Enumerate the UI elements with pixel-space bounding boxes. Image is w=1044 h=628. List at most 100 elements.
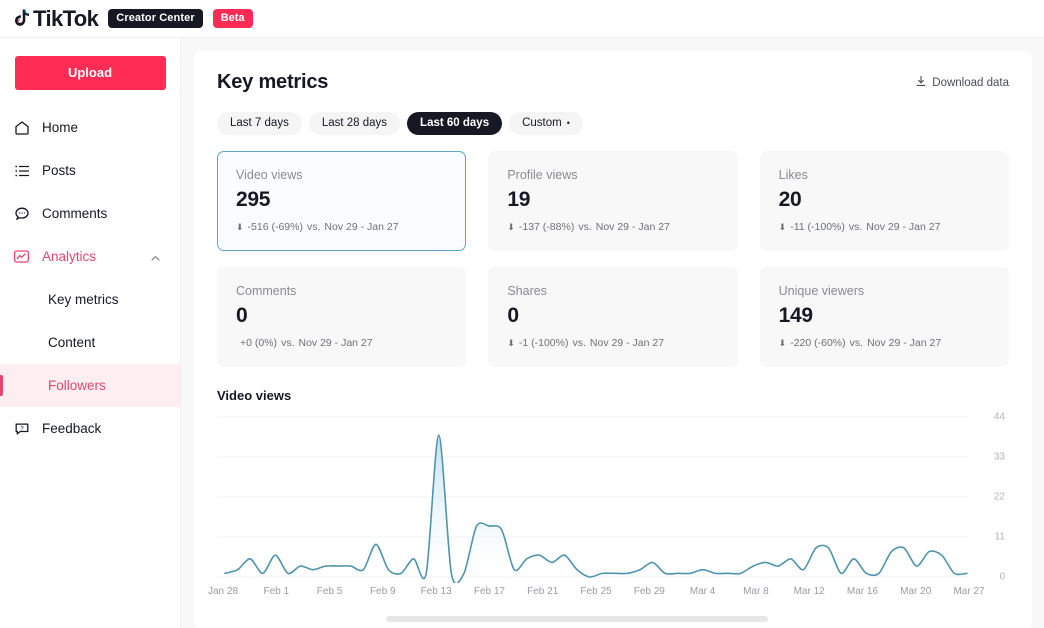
tiktok-logo[interactable]: TikTok xyxy=(12,5,99,31)
card-header: Key metrics Download data xyxy=(217,71,1009,94)
metric-delta: ⬇ -11 (-100%) vs. Nov 29 - Jan 27 xyxy=(779,221,990,233)
chart-x-tick: Feb 29 xyxy=(633,586,665,597)
metric-card-unique-viewers[interactable]: Unique viewers 149 ⬇ -220 (-60%) vs. Nov… xyxy=(759,267,1009,367)
sidebar-item-posts[interactable]: Posts xyxy=(0,149,180,192)
metric-card-video-views[interactable]: Video views 295 ⬇ -516 (-69%) vs. Nov 29… xyxy=(217,151,467,251)
metric-vs-label: vs. xyxy=(578,221,592,233)
arrow-down-icon: ⬇ xyxy=(778,337,787,348)
metric-label: Comments xyxy=(236,284,297,298)
metric-label: Shares xyxy=(507,284,547,298)
feedback-question-icon: ? xyxy=(13,420,30,437)
metric-vs-label: vs. xyxy=(848,221,863,233)
creator-center-badge[interactable]: Creator Center xyxy=(108,9,203,28)
sidebar-item-analytics[interactable]: Analytics xyxy=(0,235,180,278)
metric-vs-label: vs. xyxy=(307,221,321,233)
horizontal-scrollbar[interactable] xyxy=(207,616,1020,624)
metric-period: Nov 29 - Jan 27 xyxy=(589,337,665,349)
tab-last-7-days[interactable]: Last 7 days xyxy=(217,112,302,135)
chart-x-tick: Feb 25 xyxy=(580,586,612,597)
metric-value: 0 xyxy=(507,304,519,327)
sidebar-item-feedback[interactable]: ? Feedback xyxy=(0,407,180,450)
metrics-grid: Video views 295 ⬇ -516 (-69%) vs. Nov 29… xyxy=(217,151,1009,367)
download-data-button[interactable]: Download data xyxy=(915,71,1009,90)
metric-label: Unique viewers xyxy=(778,284,865,298)
sidebar-item-home[interactable]: Home xyxy=(0,106,180,149)
sidebar-subitem-label: Content xyxy=(48,335,96,350)
chart-x-tick: Feb 21 xyxy=(527,586,559,597)
metric-delta-value: +0 (0%) xyxy=(240,337,278,349)
chart-x-tick: Mar 12 xyxy=(793,586,825,597)
sidebar-subitem-label: Followers xyxy=(48,378,106,393)
metric-card-comments[interactable]: Comments 0 +0 (0%) vs. Nov 29 - Jan 27 xyxy=(217,267,467,367)
metric-vs-label: vs. xyxy=(281,337,295,349)
tab-last-60-days[interactable]: Last 60 days xyxy=(407,112,503,135)
scrollbar-thumb[interactable] xyxy=(385,616,768,622)
metric-period: Nov 29 - Jan 27 xyxy=(324,221,399,233)
main-content: Key metrics Download data Last 7 days La… xyxy=(181,38,1044,628)
metric-vs-label: vs. xyxy=(572,337,586,349)
upload-button[interactable]: Upload xyxy=(14,56,166,90)
chart-x-tick: Mar 20 xyxy=(900,586,932,597)
chart-x-tick: Feb 1 xyxy=(263,586,290,597)
metric-value: 149 xyxy=(778,304,813,327)
list-icon xyxy=(13,162,30,179)
metric-period: Nov 29 - Jan 27 xyxy=(866,221,941,233)
chart-x-tick: Mar 4 xyxy=(689,586,716,597)
svg-text:?: ? xyxy=(20,425,24,432)
sidebar-item-label: Comments xyxy=(42,206,108,221)
metric-card-likes[interactable]: Likes 20 ⬇ -11 (-100%) vs. Nov 29 - Jan … xyxy=(759,151,1009,251)
metric-label: Video views xyxy=(236,168,303,182)
home-icon xyxy=(13,119,30,136)
beta-badge: Beta xyxy=(212,9,253,28)
chart-x-tick: Feb 5 xyxy=(316,586,343,597)
metric-period: Nov 29 - Jan 27 xyxy=(298,337,373,349)
chart-canvas[interactable] xyxy=(217,411,1009,583)
sidebar-item-label: Home xyxy=(42,120,79,135)
sidebar-item-key-metrics[interactable]: Key metrics xyxy=(0,278,180,321)
chart-x-tick: Feb 9 xyxy=(370,586,396,597)
tab-last-28-days[interactable]: Last 28 days xyxy=(308,112,401,135)
arrow-down-icon: ⬇ xyxy=(778,221,787,232)
chart-y-tick: 33 xyxy=(993,451,1005,463)
metric-value: 20 xyxy=(778,188,802,211)
sidebar-item-label: Feedback xyxy=(42,421,102,436)
metric-delta-value: -1 (-100%) xyxy=(518,337,569,349)
metric-value: 295 xyxy=(236,188,271,211)
metric-value: 19 xyxy=(507,188,531,211)
metric-vs-label: vs. xyxy=(849,337,864,349)
brand-name: TikTok xyxy=(33,5,99,31)
metric-card-shares[interactable]: Shares 0 ⬇ -1 (-100%) vs. Nov 29 - Jan 2… xyxy=(488,267,738,367)
sidebar-item-label: Analytics xyxy=(42,249,97,264)
metric-delta: ⬇ -1 (-100%) vs. Nov 29 - Jan 27 xyxy=(507,337,718,349)
metric-delta: +0 (0%) vs. Nov 29 - Jan 27 xyxy=(236,337,447,349)
chart-y-tick: 0 xyxy=(999,571,1005,583)
tab-custom-label: Custom xyxy=(522,117,562,129)
chart-y-axis: 0 11 22 33 44 xyxy=(975,411,1009,583)
key-metrics-card: Key metrics Download data Last 7 days La… xyxy=(194,51,1032,628)
chart-x-tick: Mar 16 xyxy=(846,586,878,597)
download-icon xyxy=(915,75,927,90)
chevron-up-icon[interactable] xyxy=(150,251,161,262)
chart-x-tick: Feb 17 xyxy=(473,586,505,597)
metric-delta-value: -137 (-88%) xyxy=(518,221,575,233)
chevron-down-icon: • xyxy=(566,117,570,128)
date-range-tabs: Last 7 days Last 28 days Last 60 days Cu… xyxy=(217,112,1009,135)
video-views-chart[interactable]: 0 11 22 33 44 Jan 28 Feb 1 Feb 5 Feb 9 Feb 13 Feb… xyxy=(208,411,1009,601)
chart-x-tick: Mar 8 xyxy=(743,586,769,597)
sidebar-item-comments[interactable]: Comments xyxy=(0,192,180,235)
arrow-down-icon: ⬇ xyxy=(507,337,515,348)
page-body: Upload Home Posts Comments Analytics Key… xyxy=(0,38,1044,628)
metric-value: 0 xyxy=(236,304,248,327)
metric-period: Nov 29 - Jan 27 xyxy=(595,221,670,233)
top-bar: TikTok Creator Center Beta xyxy=(0,0,1044,38)
sidebar-item-content[interactable]: Content xyxy=(0,321,180,364)
metric-delta-value: -516 (-69%) xyxy=(247,221,303,233)
chart-x-tick: Mar 27 xyxy=(953,586,985,597)
tab-custom[interactable]: Custom • xyxy=(509,112,583,135)
metric-delta-value: -11 (-100%) xyxy=(790,221,845,233)
metric-card-profile-views[interactable]: Profile views 19 ⬇ -137 (-88%) vs. Nov 2… xyxy=(488,151,738,251)
sidebar-item-followers[interactable]: Followers xyxy=(0,364,180,407)
chart-x-tick: Feb 13 xyxy=(420,586,452,597)
chart-title: Video views xyxy=(217,388,292,403)
metric-delta: ⬇ -220 (-60%) vs. Nov 29 - Jan 27 xyxy=(779,337,990,349)
